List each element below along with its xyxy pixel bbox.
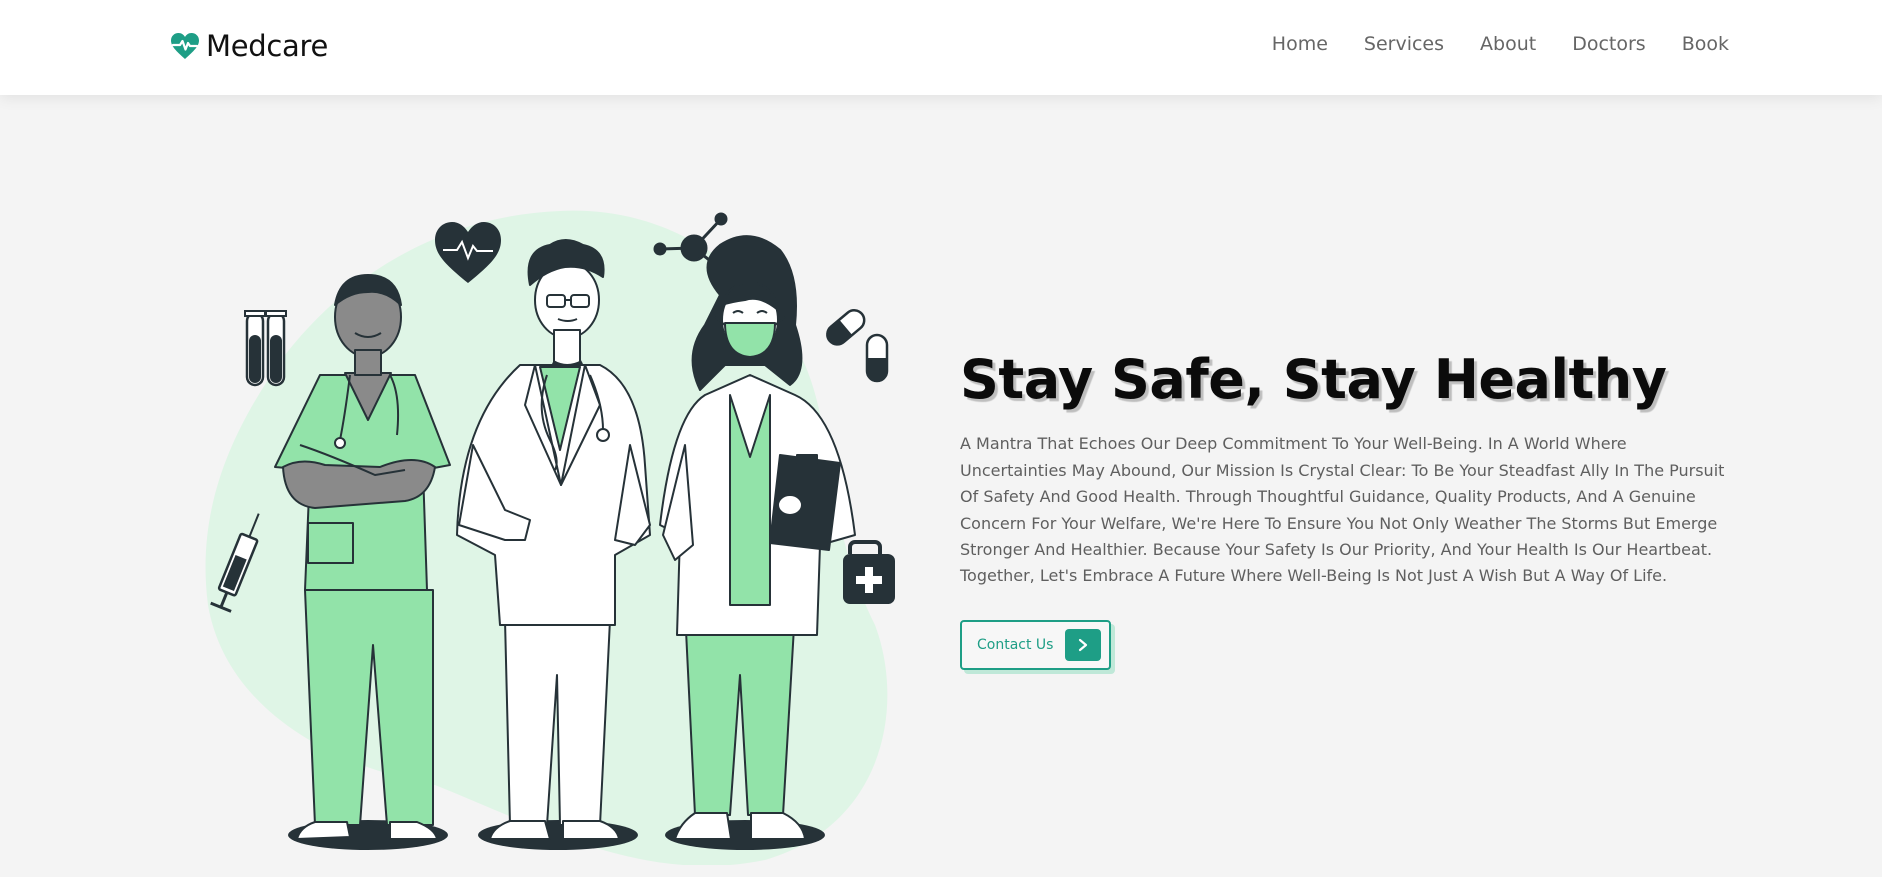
brand-name: Medcare <box>206 29 329 63</box>
first-aid-kit-icon <box>843 540 895 604</box>
medical-staff-illustration <box>205 205 910 866</box>
contact-us-label: Contact Us <box>977 636 1054 653</box>
nav-link-book[interactable]: Book <box>1682 33 1729 55</box>
nav-link-home[interactable]: Home <box>1272 33 1328 55</box>
hero-title: Stay Safe, Stay Healthy <box>960 348 1667 411</box>
navbar: Medcare Home Services About Doctors Book <box>0 0 1882 95</box>
brand-logo[interactable]: Medcare <box>170 28 328 64</box>
nav-link-doctors[interactable]: Doctors <box>1572 33 1646 55</box>
main-nav: Home Services About Doctors Book <box>1272 33 1729 55</box>
capsules-icon <box>826 309 889 383</box>
nav-link-services[interactable]: Services <box>1364 33 1444 55</box>
contact-us-button[interactable]: Contact Us <box>960 619 1112 670</box>
hero-section: Stay Safe, Stay Healthy A Mantra That Ec… <box>960 350 1732 670</box>
chevron-right-icon <box>1065 628 1102 661</box>
nav-link-about[interactable]: About <box>1480 33 1536 55</box>
hero-description: A Mantra That Echoes Our Deep Commitment… <box>960 434 1725 586</box>
test-tubes-icon <box>244 310 287 387</box>
heart-pulse-icon <box>171 33 199 59</box>
